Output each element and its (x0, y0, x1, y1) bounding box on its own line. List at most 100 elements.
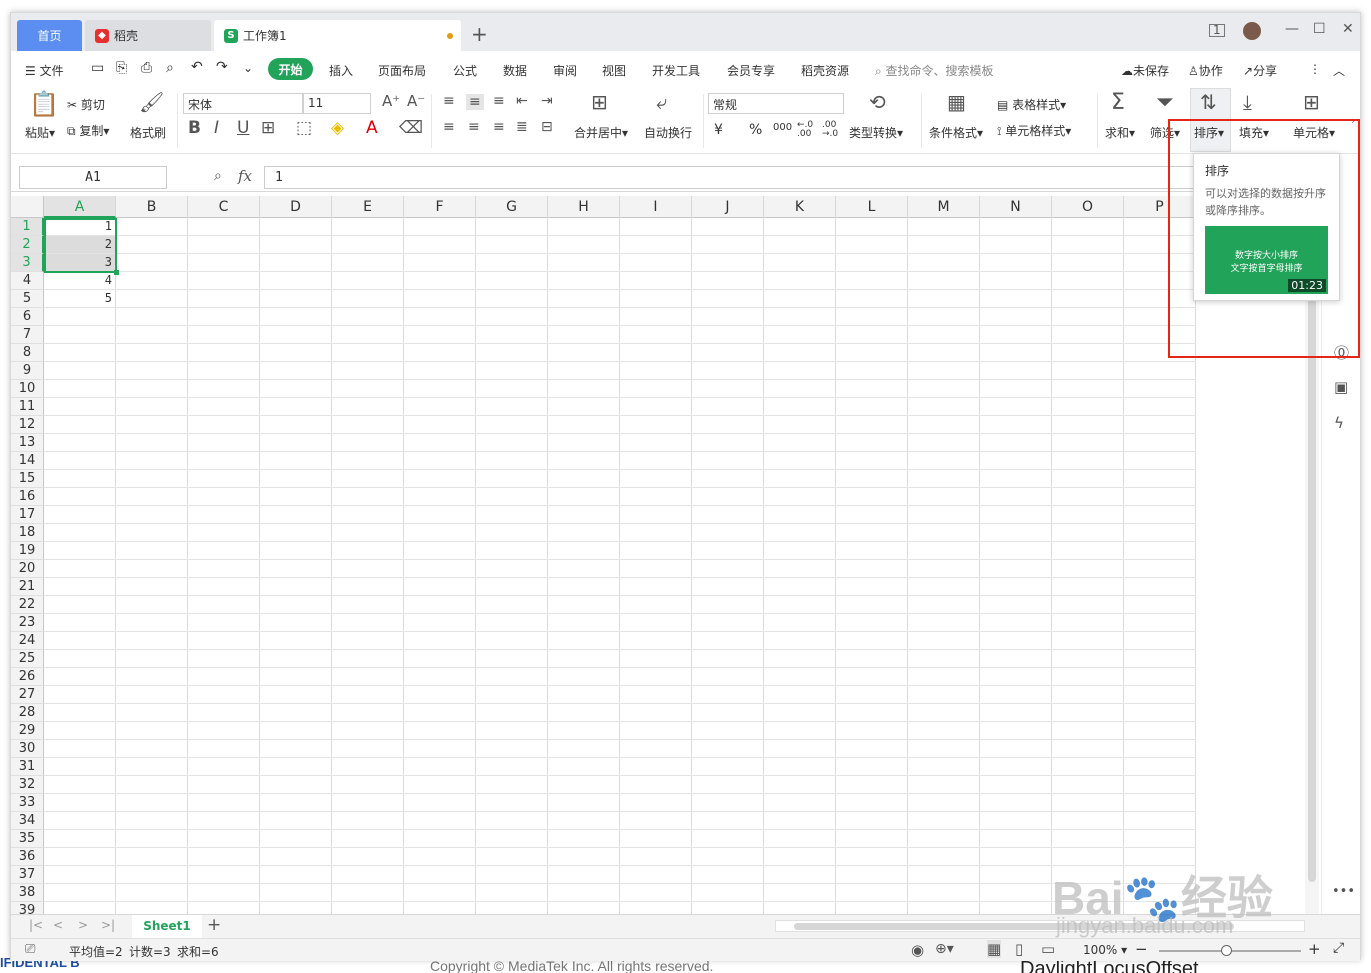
paste-button[interactable]: 粘贴▾ (25, 124, 55, 141)
zoom-slider-handle[interactable] (1221, 945, 1232, 956)
select-all-corner[interactable] (11, 196, 44, 218)
layout-toggle-icon[interactable]: 1 (1209, 24, 1225, 37)
zoom-formula-icon[interactable]: ⌕ (214, 168, 222, 184)
formula-input[interactable]: 1 (264, 166, 1304, 189)
row-header-36[interactable]: 36 (11, 848, 44, 866)
row-header-12[interactable]: 12 (11, 416, 44, 434)
command-search[interactable]: ⌕ 查找命令、搜索模板 (875, 62, 994, 79)
italic-icon[interactable]: I (214, 120, 219, 137)
row-header-26[interactable]: 26 (11, 668, 44, 686)
menu-tab-data[interactable]: 数据 (503, 62, 527, 79)
decrease-font-icon[interactable]: A⁻ (407, 94, 425, 109)
row-header-1[interactable]: 1 (11, 218, 44, 236)
tab-workbook[interactable]: S 工作簿1 (214, 20, 461, 51)
page-layout-view-icon[interactable]: ▯ (1015, 940, 1023, 958)
more-icon[interactable]: ⋮ (1309, 62, 1321, 76)
close-button[interactable]: ✕ (1342, 21, 1354, 37)
export-icon[interactable]: ⎘ (116, 60, 127, 76)
row-header-18[interactable]: 18 (11, 524, 44, 542)
eye-protection-icon[interactable]: ◉ (911, 941, 924, 959)
align-middle-icon[interactable]: ≡ (466, 94, 484, 110)
menu-tab-start[interactable]: 开始 (268, 58, 313, 80)
decrease-decimal-button[interactable]: .00 →.0 (822, 121, 844, 139)
cut-button[interactable]: ✂ 剪切 (67, 96, 105, 113)
sort-icon[interactable]: ⇅ (1200, 92, 1217, 112)
font-size-select[interactable]: 11 (303, 93, 371, 114)
maximize-button[interactable]: ☐ (1313, 21, 1326, 37)
font-name-select[interactable]: 宋体 (183, 93, 303, 114)
row-header-7[interactable]: 7 (11, 326, 44, 344)
row-header-3[interactable]: 3 (11, 254, 44, 272)
image-tool-icon[interactable]: ▣ (1334, 378, 1348, 396)
row-header-27[interactable]: 27 (11, 686, 44, 704)
number-format-select[interactable]: 常规 (708, 93, 844, 114)
row-header-10[interactable]: 10 (11, 380, 44, 398)
format-painter-button[interactable]: 格式刷 (130, 124, 166, 141)
row-header-37[interactable]: 37 (11, 866, 44, 884)
preview-icon[interactable]: ⌕ (166, 60, 174, 76)
column-header-a[interactable]: A (44, 196, 116, 218)
cell-icon[interactable]: ⊞ (1303, 92, 1320, 112)
row-header-16[interactable]: 16 (11, 488, 44, 506)
column-header-b[interactable]: B (116, 196, 188, 218)
cell-a4[interactable]: 4 (45, 272, 115, 289)
justify-icon[interactable]: ≣ (516, 120, 528, 134)
border-icon[interactable]: ⊞ (261, 120, 275, 137)
conditional-format-button[interactable]: 条件格式▾ (929, 124, 983, 141)
column-header-l[interactable]: L (836, 196, 908, 218)
collapse-ribbon-icon[interactable]: ︿ (1333, 62, 1345, 79)
row-header-28[interactable]: 28 (11, 704, 44, 722)
avatar[interactable] (1243, 22, 1261, 40)
wrap-text-icon[interactable]: ⤶ (656, 92, 667, 112)
prev-sheet-icon[interactable]: < (53, 918, 63, 932)
row-header-14[interactable]: 14 (11, 452, 44, 470)
row-header-38[interactable]: 38 (11, 884, 44, 902)
share-button[interactable]: ↗分享 (1243, 62, 1277, 79)
increase-font-icon[interactable]: A⁺ (382, 94, 400, 109)
column-header-n[interactable]: N (980, 196, 1052, 218)
font-color-icon[interactable]: A (366, 120, 378, 137)
fill-color-icon[interactable]: ◈ (331, 120, 344, 137)
sum-icon[interactable]: Σ (1111, 92, 1125, 114)
sum-button[interactable]: 求和▾ (1105, 124, 1135, 141)
filter-icon[interactable]: ⏷ (1156, 92, 1174, 114)
row-header-2[interactable]: 2 (11, 236, 44, 254)
align-top-icon[interactable]: ≡ (443, 94, 455, 108)
indent-decrease-icon[interactable]: ⇤ (516, 94, 528, 108)
row-header-30[interactable]: 30 (11, 740, 44, 758)
undo-icon[interactable]: ↶ (191, 59, 203, 75)
row-header-19[interactable]: 19 (11, 542, 44, 560)
conditional-format-icon[interactable]: ▦ (947, 92, 966, 112)
macro-icon[interactable]: ⎚ (25, 942, 35, 957)
align-right-icon[interactable]: ≡ (493, 120, 505, 134)
menu-tab-page-layout[interactable]: 页面布局 (378, 62, 426, 79)
spreadsheet-grid[interactable]: A B C D E F G H I J K L M N O P 1 2 3 4 5 6 7 8 9 10 11 12 13 14 15 16 1… (11, 196, 1303, 914)
row-header-31[interactable]: 31 (11, 758, 44, 776)
currency-button[interactable]: ¥ (714, 122, 723, 138)
wrap-text-button[interactable]: 自动换行 (644, 124, 692, 141)
save-icon[interactable]: ▭ (91, 60, 104, 76)
column-header-k[interactable]: K (764, 196, 836, 218)
row-header-6[interactable]: 6 (11, 308, 44, 326)
zoom-in-button[interactable]: + (1308, 940, 1321, 958)
column-header-c[interactable]: C (188, 196, 260, 218)
language-icon[interactable]: ⊕▾ (935, 941, 954, 957)
column-header-h[interactable]: H (548, 196, 620, 218)
zoom-slider[interactable] (1159, 945, 1301, 956)
fill-handle[interactable] (114, 270, 119, 275)
row-header-21[interactable]: 21 (11, 578, 44, 596)
increase-decimal-button[interactable]: ←.0 .00 (797, 121, 819, 139)
zoom-level[interactable]: 100% ▾ (1083, 943, 1127, 957)
menu-tab-view[interactable]: 视图 (602, 62, 626, 79)
menu-tab-docer-resources[interactable]: 稻壳资源 (801, 62, 849, 79)
align-center-icon[interactable]: ≡ (468, 120, 480, 134)
row-header-5[interactable]: 5 (11, 290, 44, 308)
thousands-button[interactable]: 000 (773, 122, 792, 133)
row-header-20[interactable]: 20 (11, 560, 44, 578)
row-header-11[interactable]: 11 (11, 398, 44, 416)
tab-docer[interactable]: ◆ 稻壳 (85, 20, 211, 51)
bold-icon[interactable]: B (188, 120, 201, 137)
type-convert-icon[interactable]: ⟲ (869, 92, 886, 112)
row-header-35[interactable]: 35 (11, 830, 44, 848)
menu-tab-member[interactable]: 会员专享 (727, 62, 775, 79)
